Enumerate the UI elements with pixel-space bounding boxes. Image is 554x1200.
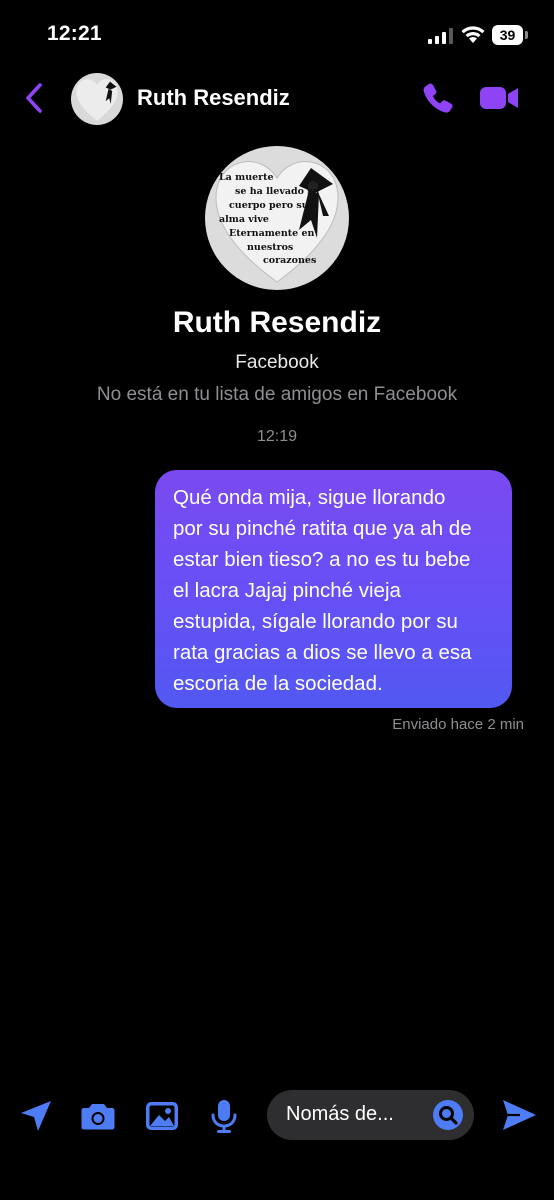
message-input[interactable]: Nomás de... bbox=[267, 1090, 474, 1140]
avatar-line-4: alma vive bbox=[219, 214, 269, 225]
avatar-line-7: corazones bbox=[263, 255, 316, 266]
profile-source: Facebook bbox=[235, 352, 319, 373]
profile-avatar[interactable]: La muerte se ha llevado su cuerpo pero s… bbox=[205, 146, 349, 290]
header-contact-name[interactable]: Ruth Resendiz bbox=[137, 85, 290, 111]
friend-status-note: No está en tu lista de amigos en Faceboo… bbox=[96, 384, 458, 405]
avatar-image bbox=[71, 73, 123, 125]
image-icon[interactable] bbox=[144, 1098, 180, 1134]
signal-icon bbox=[428, 28, 453, 44]
location-arrow-icon[interactable] bbox=[18, 1098, 54, 1134]
send-icon[interactable] bbox=[500, 1096, 538, 1134]
message-input-text: Nomás de... bbox=[286, 1103, 394, 1125]
avatar-line-6: nuestros bbox=[247, 242, 293, 253]
avatar-line-2: se ha llevado su bbox=[235, 186, 320, 197]
avatar-image-large: La muerte se ha llevado su cuerpo pero s… bbox=[205, 146, 349, 290]
search-glyph-icon bbox=[439, 1106, 458, 1125]
avatar-line-3: cuerpo pero su bbox=[229, 200, 309, 211]
wifi-icon bbox=[461, 26, 485, 43]
microphone-icon[interactable] bbox=[206, 1098, 242, 1134]
message-text: Qué onda mija, sigue llorando por su pin… bbox=[173, 486, 472, 695]
sent-message-bubble[interactable]: Qué onda mija, sigue llorando por su pin… bbox=[155, 470, 512, 708]
status-time: 12:21 bbox=[47, 22, 102, 45]
chevron-left-icon[interactable] bbox=[22, 82, 46, 114]
header-avatar[interactable] bbox=[71, 73, 123, 125]
battery-icon: 39 bbox=[492, 25, 529, 45]
profile-name: Ruth Resendiz bbox=[172, 306, 382, 339]
camera-icon[interactable] bbox=[80, 1098, 116, 1134]
search-icon[interactable] bbox=[433, 1100, 463, 1130]
avatar-line-5: Eternamente en bbox=[229, 228, 315, 239]
avatar-line-1: La muerte bbox=[219, 172, 274, 183]
phone-icon[interactable] bbox=[420, 80, 456, 116]
video-camera-icon[interactable] bbox=[478, 82, 520, 114]
battery-level: 39 bbox=[499, 27, 516, 43]
message-timestamp: 12:19 bbox=[256, 428, 298, 445]
message-sent-status: Enviado hace 2 min bbox=[392, 716, 524, 733]
